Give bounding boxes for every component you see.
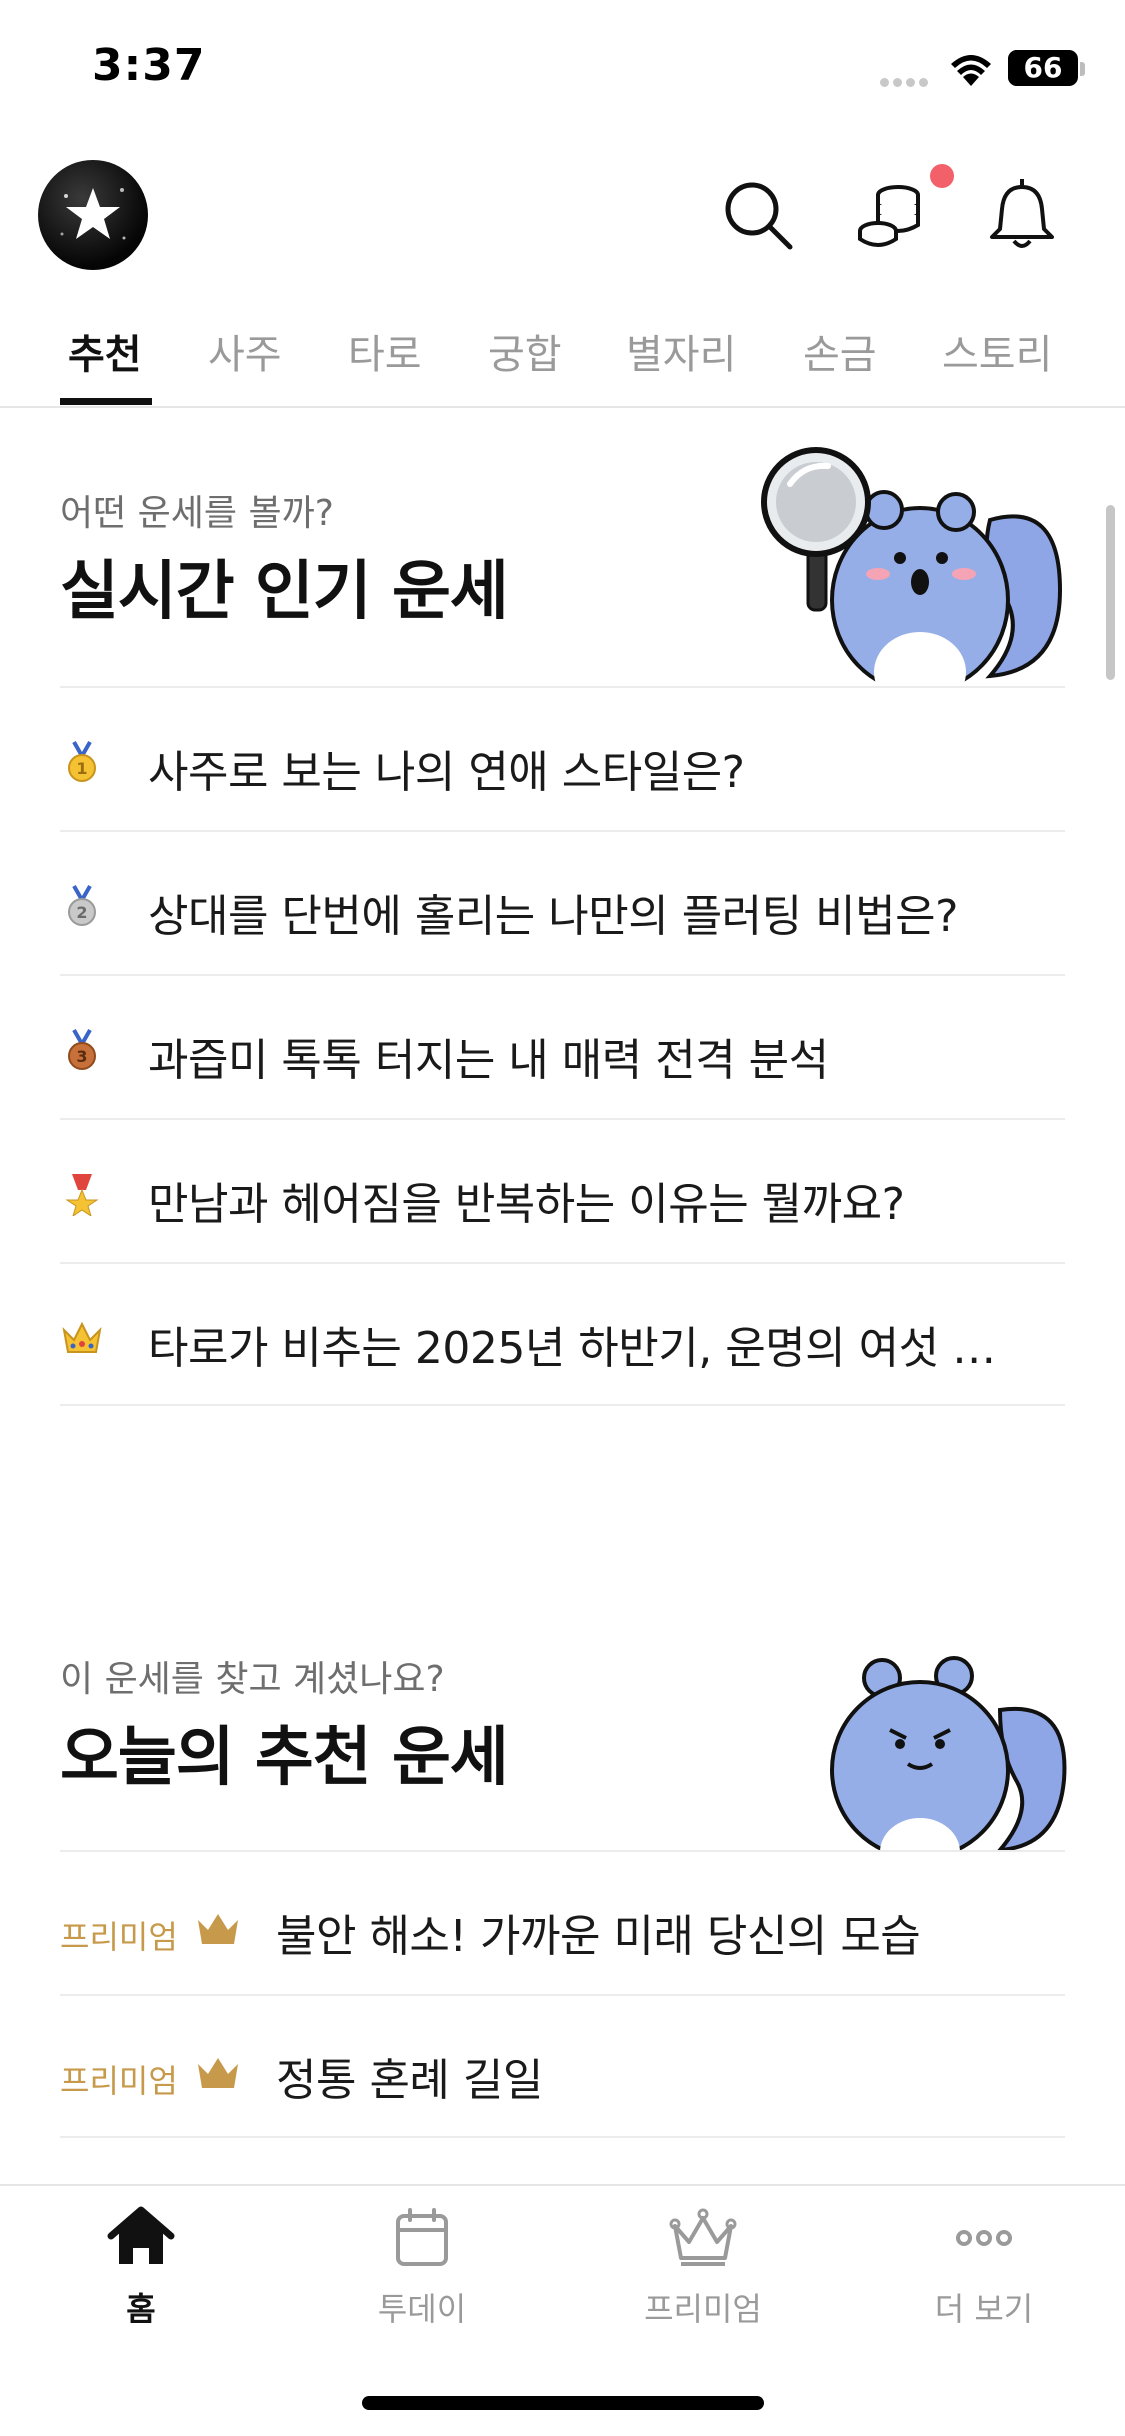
nav-more[interactable]: 더 보기: [884, 2202, 1084, 2330]
crown-icon: [669, 2208, 737, 2266]
gold-medal-icon: 1: [68, 741, 96, 782]
tab-compatibility[interactable]: 궁합: [488, 322, 562, 380]
popular-subtitle: 어떤 운세를 볼까?: [60, 493, 334, 534]
silver-medal-icon: 2: [68, 885, 96, 926]
premium-badge: 프리미엄: [60, 2062, 178, 2100]
list-item[interactable]: 프리미엄 정통 혼례 길일: [60, 1994, 1065, 2138]
list-item[interactable]: 2 상대를 단번에 홀리는 나만의 플러팅 비법은?: [60, 830, 1065, 974]
premium-badge: 프리미엄: [60, 1918, 178, 1956]
signal-icon: [880, 72, 932, 91]
list-item[interactable]: 3 과즙미 톡톡 터지는 내 매력 전격 분석: [60, 974, 1065, 1118]
popular-list: 1 사주로 보는 나의 연애 스타일은? 2 상대를 단번에 홀리는 나만의 플…: [60, 686, 1065, 1406]
tab-tarot[interactable]: 타로: [348, 322, 422, 380]
list-item-text: 정통 혼례 길일: [276, 2055, 543, 2106]
status-bar: 3:37 66: [0, 0, 1125, 130]
nav-premium[interactable]: 프리미엄: [603, 2202, 803, 2330]
list-item-text: 사주로 보는 나의 연애 스타일은?: [148, 747, 745, 798]
category-tabs: 추천 사주 타로 궁합 별자리 손금 스토리: [0, 318, 1125, 408]
svg-text:2: 2: [76, 903, 87, 922]
battery-level: 66: [1023, 51, 1063, 84]
list-item-text: 과즙미 톡톡 터지는 내 매력 전격 분석: [148, 1035, 829, 1086]
recommended-title: 오늘의 추천 운세: [60, 1721, 509, 1795]
more-icon: [956, 2230, 1012, 2246]
premium-crown-icon: [198, 2058, 238, 2088]
nav-premium-label: 프리미엄: [644, 2290, 762, 2328]
list-item[interactable]: 만남과 헤어짐을 반복하는 이유는 뭘까요?: [60, 1118, 1065, 1262]
bell-icon[interactable]: [982, 175, 1062, 255]
search-icon[interactable]: [718, 175, 798, 255]
list-item[interactable]: 1 사주로 보는 나의 연애 스타일은?: [60, 686, 1065, 830]
notification-dot: [930, 164, 954, 188]
military-medal-icon: [65, 1174, 99, 1216]
home-icon: [107, 2206, 175, 2264]
calendar-icon: [396, 2208, 448, 2266]
svg-text:1: 1: [76, 759, 87, 778]
list-item[interactable]: 프리미엄 불안 해소! 가까운 미래 당신의 모습: [60, 1850, 1065, 1994]
home-indicator: [362, 2396, 764, 2410]
list-item[interactable]: 타로가 비추는 2025년 하반기, 운명의 여섯 …: [60, 1262, 1065, 1406]
recommended-list: 프리미엄 불안 해소! 가까운 미래 당신의 모습 프리미엄 정통 혼례 길일: [60, 1850, 1065, 2138]
bronze-medal-icon: 3: [68, 1029, 96, 1070]
tab-palmistry[interactable]: 손금: [803, 322, 877, 380]
status-time: 3:37: [92, 40, 206, 91]
nav-home[interactable]: 홈: [41, 2202, 241, 2330]
crown-icon: [62, 1321, 102, 1353]
tab-constellation[interactable]: 별자리: [626, 322, 736, 380]
active-tab-indicator: [60, 398, 152, 405]
list-item-text: 만남과 헤어짐을 반복하는 이유는 뭘까요?: [148, 1179, 905, 1230]
battery-icon: 66: [1008, 50, 1078, 86]
list-item-text: 타로가 비추는 2025년 하반기, 운명의 여섯 …: [148, 1323, 996, 1374]
premium-crown-icon: [198, 1914, 238, 1944]
star-logo-icon[interactable]: [38, 160, 148, 270]
list-item-text: 상대를 단번에 홀리는 나만의 플러팅 비법은?: [148, 891, 958, 942]
recommended-subtitle: 이 운세를 찾고 계셨나요?: [60, 1659, 445, 1700]
nav-today[interactable]: 투데이: [322, 2202, 522, 2330]
squirrel-magnifier-mascot: [761, 447, 1063, 686]
svg-text:3: 3: [76, 1047, 87, 1066]
battery-nub: [1080, 62, 1085, 76]
nav-more-label: 더 보기: [934, 2290, 1034, 2328]
coins-icon[interactable]: [852, 175, 932, 255]
wifi-icon: [951, 55, 991, 86]
tab-story[interactable]: 스토리: [942, 322, 1052, 380]
tab-recommended[interactable]: 추천: [68, 322, 142, 380]
popular-title: 실시간 인기 운세: [60, 555, 509, 629]
tab-saju[interactable]: 사주: [208, 322, 282, 380]
list-item-text: 불안 해소! 가까운 미래 당신의 모습: [276, 1911, 921, 1962]
nav-today-label: 투데이: [377, 2290, 467, 2328]
squirrel-mascot: [830, 1656, 1067, 1852]
scrollbar[interactable]: [1106, 505, 1115, 680]
nav-home-label: 홈: [126, 2290, 156, 2328]
